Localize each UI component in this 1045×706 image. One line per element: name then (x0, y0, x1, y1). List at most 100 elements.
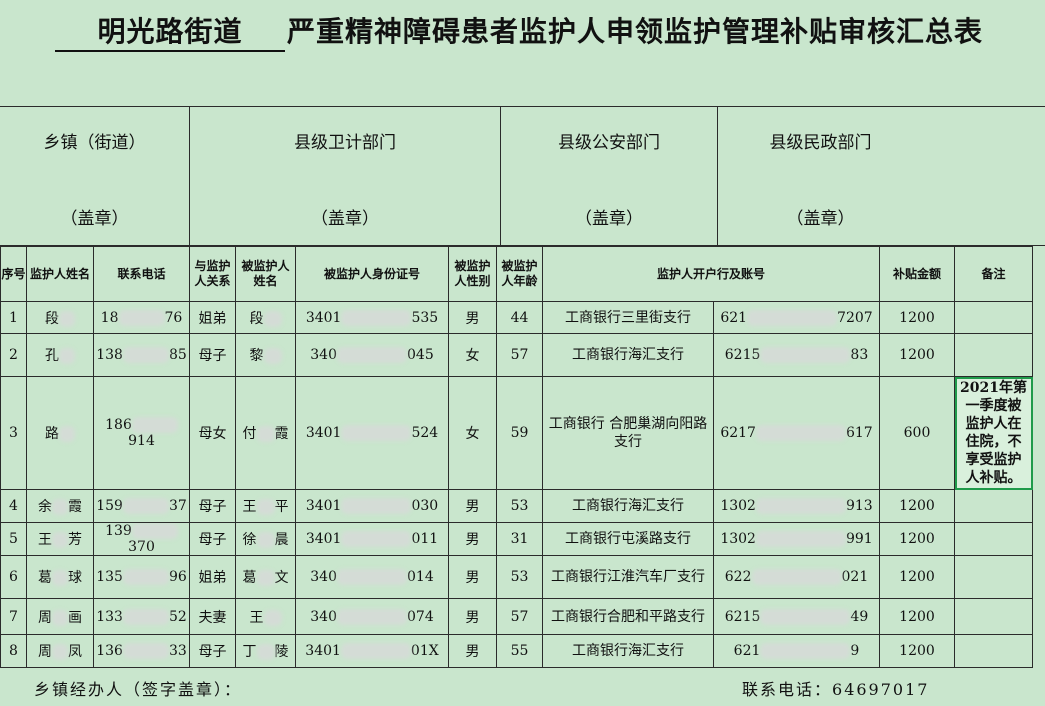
account-end: 617 (845, 425, 873, 441)
gender-value: 男 (465, 532, 480, 548)
redacted-block (122, 498, 169, 514)
cell-note (954, 301, 1033, 334)
relation-value: 母女 (198, 426, 227, 442)
age-value: 57 (510, 608, 529, 625)
amount-value: 1200 (899, 569, 935, 585)
seal-label: （盖章） (575, 209, 643, 229)
cell-account: 621 9 (713, 634, 880, 668)
ward-name-end: 晨 (274, 532, 289, 548)
id-end: 074 (407, 608, 434, 625)
guardian-name-start: 路 (45, 426, 59, 442)
redacted-block (755, 425, 846, 441)
redacted-block (122, 569, 169, 585)
cell-phone: 139370 (93, 522, 190, 556)
amount-value: 1200 (899, 531, 935, 547)
id-start: 3401 (305, 498, 342, 514)
cell-note (954, 333, 1033, 377)
cell-phone: 133 52 (93, 598, 190, 635)
cell-guardian: 孔 (26, 333, 94, 377)
bank-name: 工商银行三里街支行 (565, 309, 691, 326)
cell-phone: 18 76 (93, 301, 190, 334)
guardian-name-start: 孔 (45, 348, 59, 364)
table-row: 2 孔 138 85 母子 黎 340 045 女 57 工商银行海汇支行 6215 83 1200 (0, 333, 1033, 377)
dept-health: 县级卫计部门 （盖章） (190, 106, 501, 246)
seq-value: 6 (9, 569, 18, 585)
ward-name-start: 王 (249, 609, 264, 626)
col-header-bank: 监护人开户行及账号 (542, 246, 880, 302)
redacted-block (263, 609, 282, 626)
cell-id: 3401 030 (295, 489, 449, 523)
account-end: 83 (850, 347, 869, 363)
redacted-block (256, 532, 275, 548)
guardian-name-start: 余 (38, 499, 52, 515)
id-end: 524 (411, 425, 439, 441)
redacted-block (263, 310, 282, 327)
gender-value: 男 (465, 310, 480, 327)
cell-seq: 5 (0, 522, 27, 556)
cell-bank: 工商银行三里街支行 (542, 301, 714, 334)
ward-name-end: 平 (274, 499, 289, 515)
phone-end: 37 (168, 498, 187, 514)
cell-account: 621 7207 (713, 301, 880, 334)
redacted-block (760, 608, 851, 625)
ward-name-start: 段 (249, 310, 264, 327)
cell-seq: 6 (0, 555, 27, 599)
account-end: 49 (850, 608, 869, 625)
dept-township: 乡镇（街道） （盖章） (0, 106, 190, 246)
account-start: 6215 (724, 347, 761, 363)
col-header-amount: 补贴金额 (879, 246, 955, 302)
cell-amount: 1200 (879, 333, 955, 377)
gender-value: 男 (465, 499, 480, 515)
bank-name: 工商银行海汇支行 (572, 498, 684, 514)
cell-ward: 王 (235, 598, 296, 635)
ward-name-end: 陵 (274, 644, 289, 660)
cell-id: 3401 01X (295, 634, 449, 668)
guardian-name-start: 葛 (38, 570, 52, 586)
table-row: 6 葛球 135 96 姐弟葛文 340 014 男 53 工商银行江淮汽车厂支行 622 021 12… (0, 555, 1033, 599)
cell-relation: 夫妻 (189, 598, 236, 635)
cell-seq: 3 (0, 376, 27, 490)
cell-account: 6215 83 (713, 333, 880, 377)
seal-label: （盖章） (311, 209, 379, 229)
table-row: 4 余霞 159 37 母子王平 3401 030 男 53 工商银行海汇支行 1302 913 120… (0, 489, 1033, 523)
cell-note[interactable]: 2021年第一季度被监护人在住院，不享受监护人补贴。 (954, 376, 1033, 490)
gender-value: 男 (465, 570, 480, 586)
relation-value: 母子 (198, 499, 227, 515)
guardian-name-start: 周 (38, 609, 52, 626)
account-start: 6217 (720, 425, 756, 441)
cell-guardian: 周画 (26, 598, 94, 635)
redacted-block (59, 310, 75, 327)
cell-bank: 工商银行海汇支行 (542, 634, 714, 668)
street-name: 明光路街道 (55, 14, 285, 52)
account-start: 1302 (720, 531, 756, 547)
amount-value: 1200 (899, 608, 935, 625)
relation-value: 母子 (198, 644, 227, 660)
gender-value: 女 (465, 426, 480, 442)
cell-gender: 男 (448, 301, 497, 334)
id-end: 535 (411, 309, 439, 326)
account-start: 6215 (724, 608, 761, 625)
ward-name-start: 付 (242, 426, 257, 442)
cell-age: 57 (496, 598, 543, 635)
age-value: 44 (510, 309, 529, 326)
redacted-block (755, 498, 846, 514)
cell-gender: 男 (448, 489, 497, 523)
guardian-name-end: 霞 (68, 499, 82, 515)
cell-gender: 男 (448, 598, 497, 635)
cell-gender: 女 (448, 376, 497, 490)
id-start: 340 (310, 569, 337, 585)
col-header-note: 备注 (954, 246, 1033, 302)
seq-value: 4 (9, 498, 18, 514)
phone-start: 136 (96, 643, 123, 659)
id-start: 340 (310, 347, 337, 363)
cell-relation: 母子 (189, 489, 236, 523)
redacted-block (256, 644, 275, 660)
id-start: 3401 (305, 643, 341, 659)
cell-id: 3401 524 (295, 376, 449, 490)
cell-relation: 母子 (189, 333, 236, 377)
cell-relation: 母子 (189, 634, 236, 668)
redacted-block (118, 309, 165, 326)
cell-note (954, 489, 1033, 523)
cell-gender: 女 (448, 333, 497, 377)
seq-value: 5 (9, 531, 18, 547)
